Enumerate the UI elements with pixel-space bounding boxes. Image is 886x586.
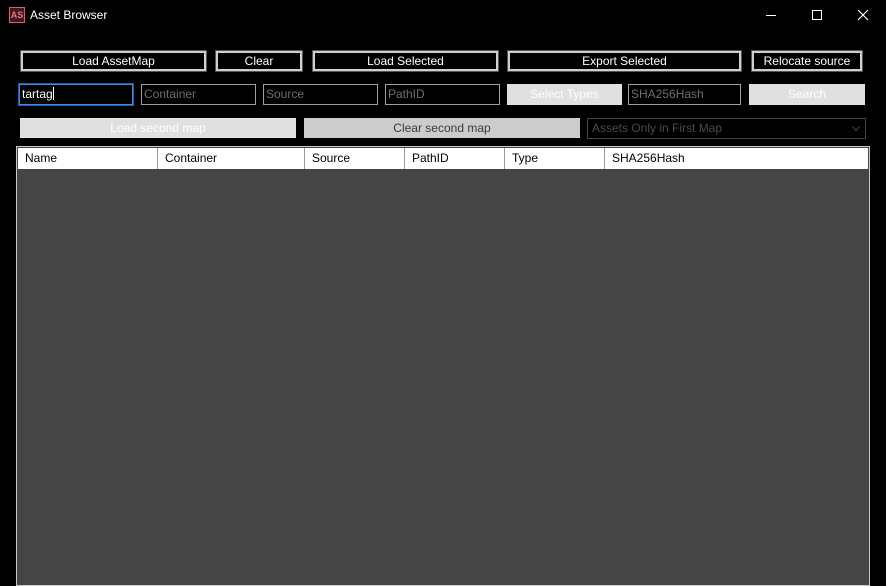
select-types-button[interactable]: Select Types xyxy=(507,84,622,105)
chevron-down-icon xyxy=(852,126,860,132)
column-header-name[interactable]: Name xyxy=(18,148,158,169)
sha256-filter-input[interactable]: SHA256Hash xyxy=(628,84,741,105)
column-header-source[interactable]: Source xyxy=(305,148,405,169)
load-assetmap-button[interactable]: Load AssetMap xyxy=(20,50,207,72)
clear-second-map-button[interactable]: Clear second map xyxy=(304,118,580,138)
relocate-source-button[interactable]: Relocate source xyxy=(751,50,863,72)
asset-table[interactable]: Name Container Source PathID Type SHA256… xyxy=(16,146,870,586)
maximize-button[interactable] xyxy=(794,0,840,30)
minimize-button[interactable] xyxy=(748,0,794,30)
column-header-container[interactable]: Container xyxy=(158,148,305,169)
close-button[interactable] xyxy=(840,0,886,30)
source-filter-input[interactable]: Source xyxy=(263,84,378,105)
search-button[interactable]: Search xyxy=(749,84,865,105)
load-second-map-button[interactable]: Load second map xyxy=(20,118,296,138)
container-filter-input[interactable]: Container xyxy=(141,84,256,105)
name-filter-value: tartag xyxy=(22,87,53,101)
clear-button[interactable]: Clear xyxy=(215,50,303,72)
title-bar: AS Asset Browser xyxy=(0,0,886,30)
text-caret xyxy=(52,87,54,100)
export-selected-button[interactable]: Export Selected xyxy=(507,50,742,72)
close-icon xyxy=(857,9,869,21)
minimize-icon xyxy=(766,15,776,16)
window-title: Asset Browser xyxy=(30,8,108,22)
column-header-type[interactable]: Type xyxy=(505,148,605,169)
load-selected-button[interactable]: Load Selected xyxy=(312,50,499,72)
column-header-sha256hash[interactable]: SHA256Hash xyxy=(605,148,868,169)
column-header-pathid[interactable]: PathID xyxy=(405,148,505,169)
map-compare-mode-select[interactable]: Assets Only in First Map xyxy=(587,118,866,139)
maximize-icon xyxy=(812,10,822,20)
app-icon: AS xyxy=(9,7,25,23)
name-filter-input[interactable]: tartag xyxy=(18,83,134,106)
pathid-filter-input[interactable]: PathID xyxy=(385,84,500,105)
map-compare-mode-value: Assets Only in First Map xyxy=(592,121,723,135)
table-header: Name Container Source PathID Type SHA256… xyxy=(18,148,868,169)
